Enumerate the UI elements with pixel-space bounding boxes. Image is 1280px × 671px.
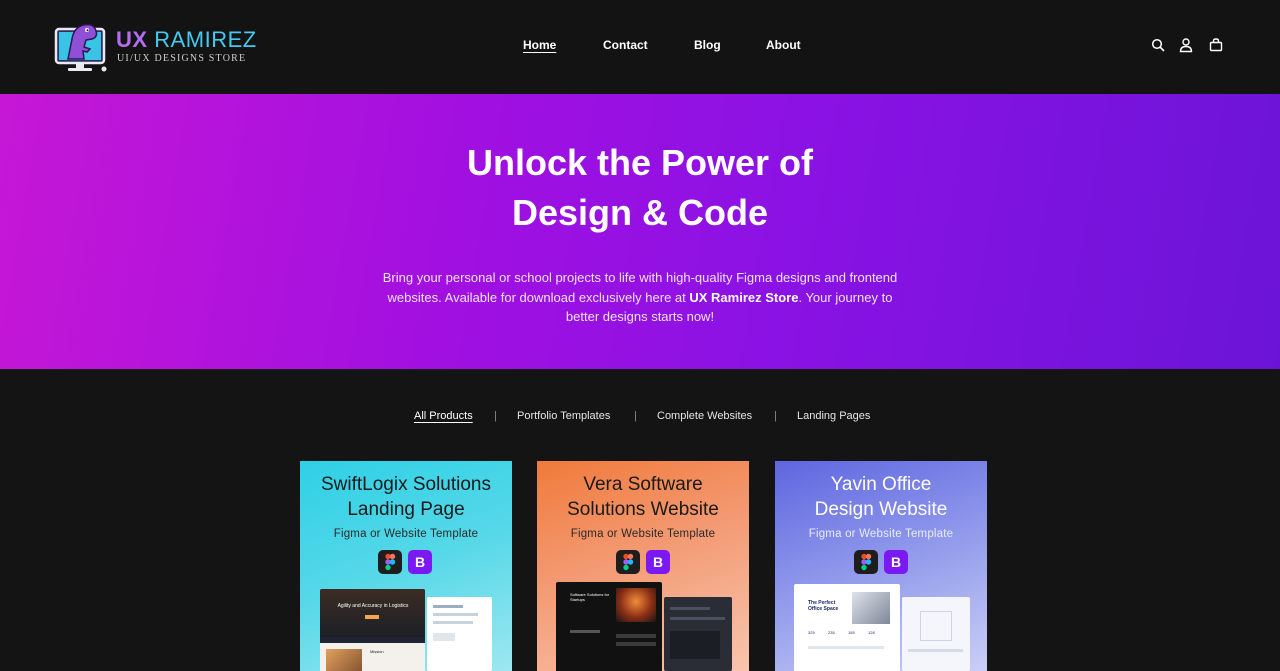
filter-landing-pages[interactable]: Landing Pages (797, 410, 870, 422)
product-preview-side (427, 597, 492, 671)
bootstrap-icon: B (884, 550, 908, 574)
product-card-swiftlogix[interactable]: SwiftLogix Solutions Landing Page Figma … (300, 461, 512, 671)
bootstrap-icon: B (408, 550, 432, 574)
product-filter-tabs: All Products | Portfolio Templates | Com… (0, 410, 1280, 426)
tech-badges: B (775, 550, 987, 576)
product-title-line-2: Landing Page (347, 499, 465, 520)
main-nav: Home Contact Blog About (0, 38, 1280, 56)
hero-title-line-1: Unlock the Power of (466, 142, 814, 183)
product-title: Yavin Office Design Website (775, 472, 987, 522)
figma-icon (616, 550, 640, 574)
product-title-line-1: Vera Software (583, 474, 703, 495)
product-card-vera[interactable]: Vera Software Solutions Website Figma or… (537, 461, 749, 671)
nav-blog[interactable]: Blog (694, 38, 721, 52)
figma-icon (378, 550, 402, 574)
hero-desc-store-name: UX Ramirez Store (689, 289, 799, 305)
cart-icon[interactable] (1208, 37, 1224, 53)
product-subtitle: Figma or Website Template (333, 528, 479, 540)
product-preview-side (664, 597, 732, 671)
product-preview-main: The Perfect Office Space 325 235 155 128 (794, 584, 900, 671)
preview-heading: Agility and Accuracy in Logistics (337, 603, 409, 609)
product-subtitle: Figma or Website Template (570, 528, 716, 540)
product-title: SwiftLogix Solutions Landing Page (300, 472, 512, 522)
filter-complete-websites[interactable]: Complete Websites (657, 410, 752, 422)
product-title: Vera Software Solutions Website (537, 472, 749, 522)
product-title-line-2: Solutions Website (567, 499, 719, 520)
filter-separator: | (494, 410, 497, 422)
product-title-line-1: Yavin Office (830, 474, 932, 495)
hero-banner: Unlock the Power of Design & Code Bring … (0, 94, 1280, 369)
site-header: UX RAMIREZ UI/UX DESIGNS STORE Home Cont… (0, 0, 1280, 94)
preview-stat: 235 (828, 630, 835, 635)
product-preview-side (902, 597, 970, 671)
nav-about[interactable]: About (766, 38, 801, 52)
preview-heading: The Perfect Office Space (808, 600, 839, 612)
hero-description: Bring your personal or school projects t… (380, 268, 900, 327)
preview-stat: 155 (848, 630, 855, 635)
preview-stat: 325 (808, 630, 815, 635)
product-preview-main: Software Solutions for Startups (556, 582, 662, 671)
figma-icon (854, 550, 878, 574)
product-subtitle: Figma or Website Template (808, 528, 954, 540)
filter-portfolio-templates[interactable]: Portfolio Templates (517, 410, 610, 422)
product-title-line-1: SwiftLogix Solutions (320, 474, 492, 495)
filter-separator: | (774, 410, 777, 422)
preview-heading: Software Solutions for Startups (570, 592, 610, 602)
hero-title: Unlock the Power of Design & Code (340, 138, 940, 238)
nav-contact[interactable]: Contact (603, 38, 648, 52)
filter-all-products[interactable]: All Products (414, 410, 473, 422)
tech-badges: B (537, 550, 749, 576)
product-card-yavin[interactable]: Yavin Office Design Website Figma or Web… (775, 461, 987, 671)
product-title-line-2: Design Website (814, 499, 948, 520)
hero-title-line-2: Design & Code (511, 192, 769, 233)
bootstrap-icon: B (646, 550, 670, 574)
filter-separator: | (634, 410, 637, 422)
tech-badges: B (300, 550, 512, 576)
user-icon[interactable] (1178, 37, 1194, 53)
search-icon[interactable] (1150, 37, 1166, 53)
product-preview-main: Agility and Accuracy in Logistics Missio… (320, 589, 425, 671)
preview-section-title: Mission (370, 649, 384, 654)
nav-home[interactable]: Home (523, 38, 556, 52)
preview-stat: 128 (868, 630, 875, 635)
header-actions (1150, 37, 1230, 53)
